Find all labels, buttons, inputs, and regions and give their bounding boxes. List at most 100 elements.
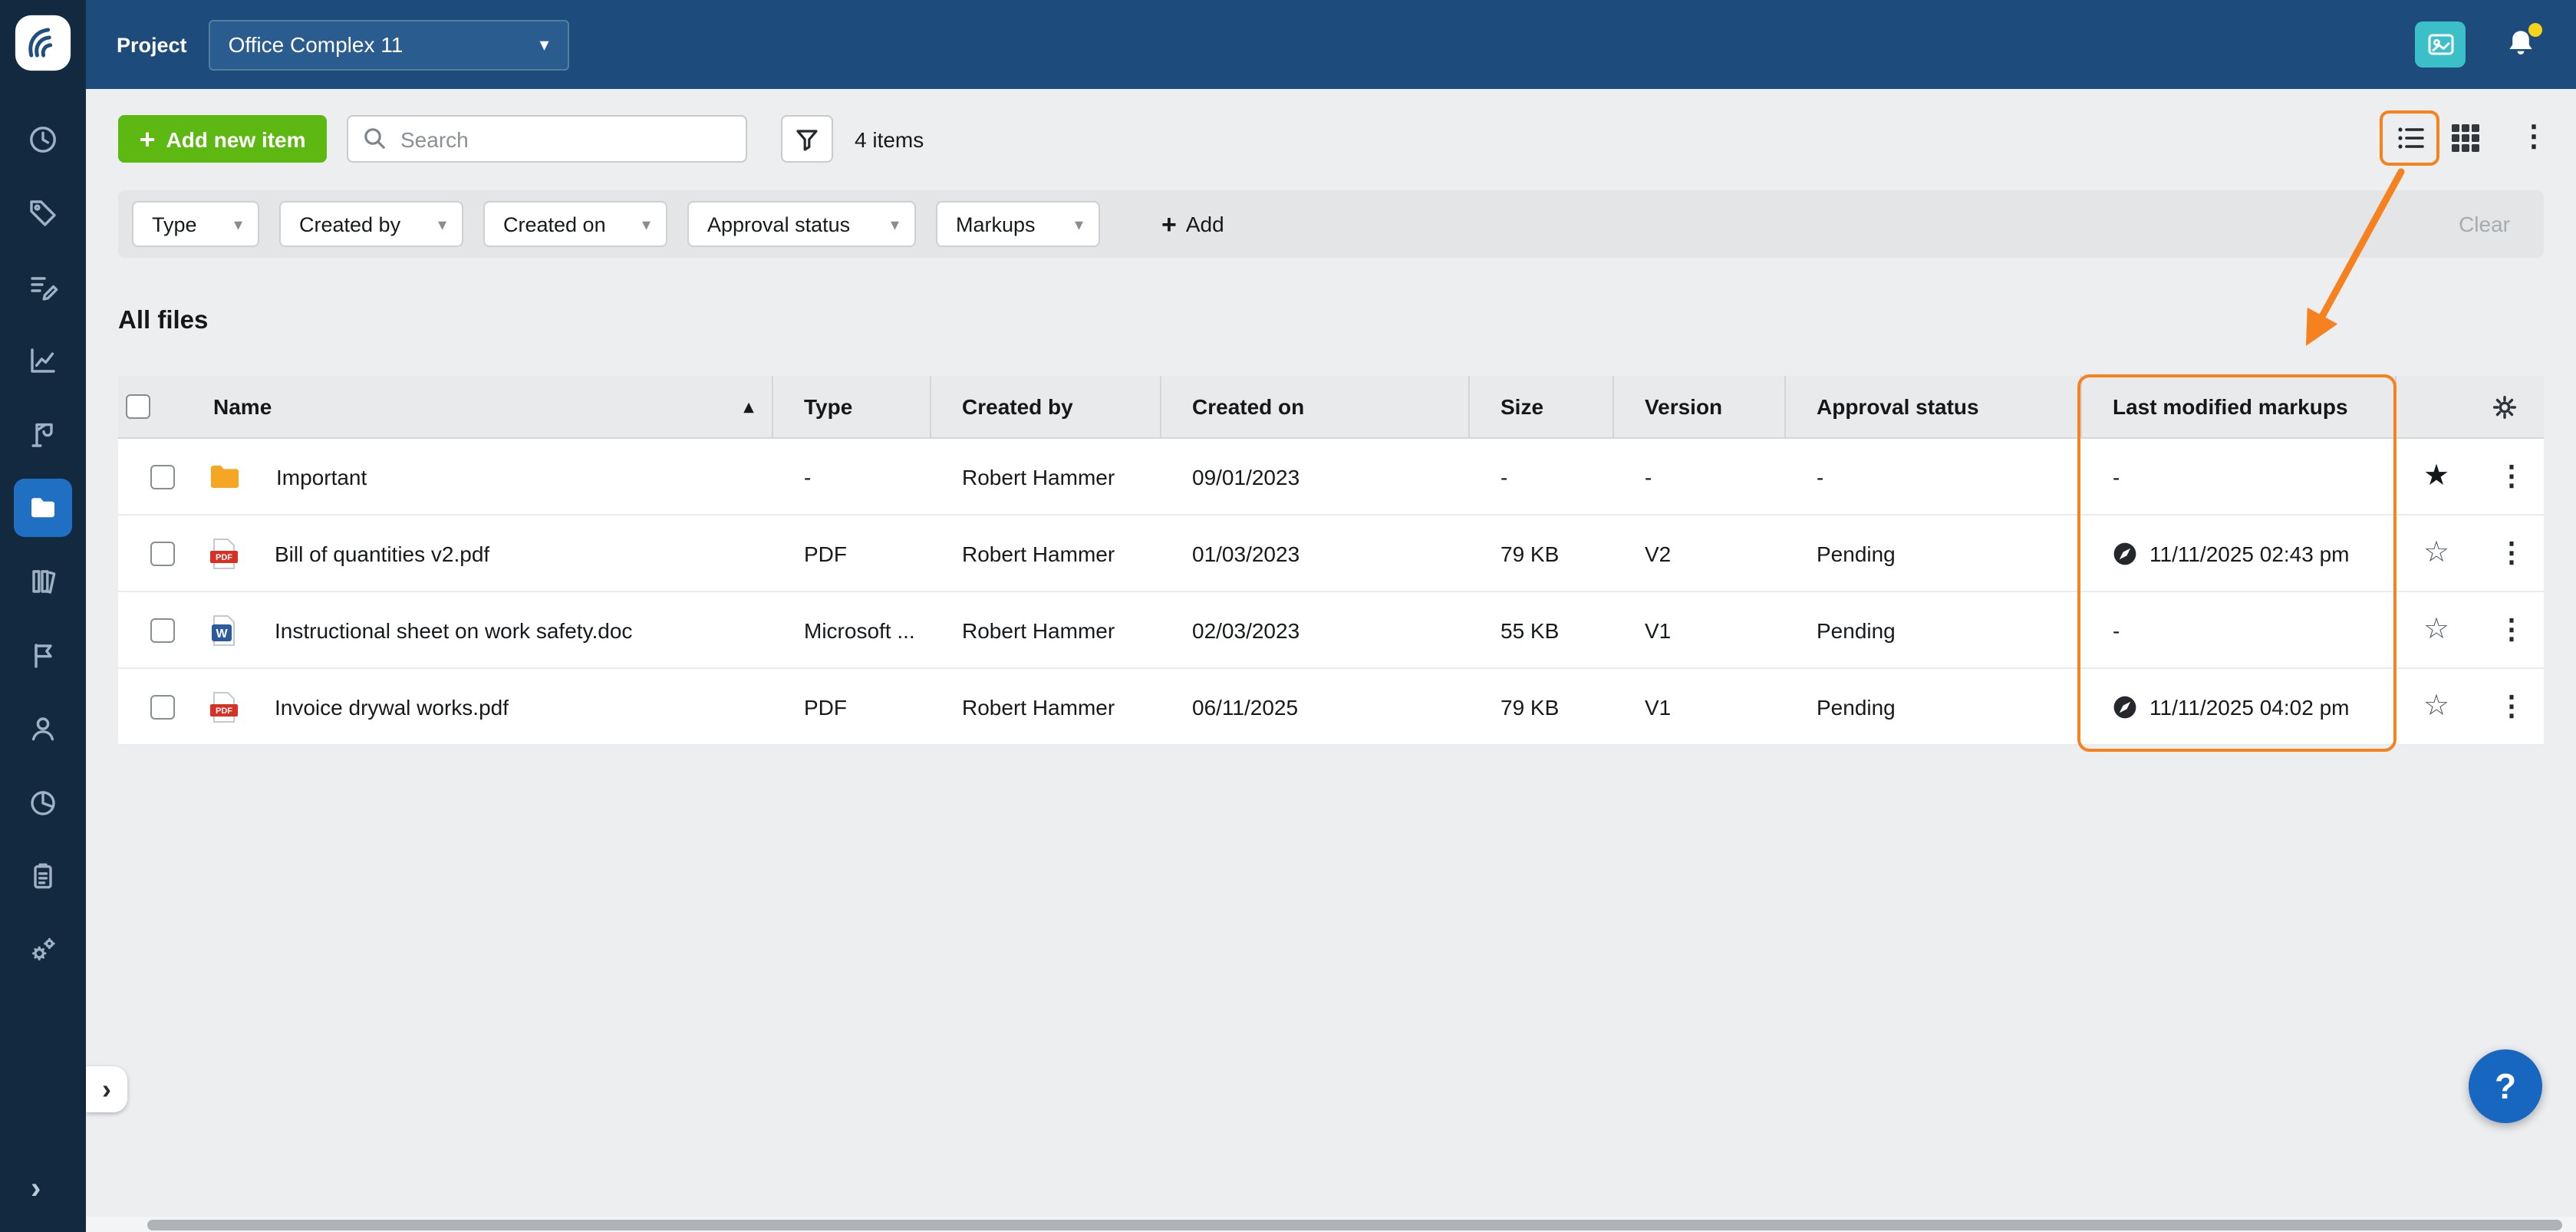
row-kebab-menu[interactable]: ⋮ bbox=[2498, 690, 2525, 723]
sidebar-item-tasks[interactable] bbox=[14, 258, 72, 316]
clipboard-icon bbox=[26, 859, 60, 893]
cell-type: PDF bbox=[772, 669, 930, 744]
column-header-size[interactable]: Size bbox=[1468, 376, 1612, 437]
cell-created-on: 09/01/2023 bbox=[1160, 439, 1468, 514]
row-kebab-menu[interactable]: ⋮ bbox=[2498, 537, 2525, 569]
cell-approval-status: Pending bbox=[1784, 592, 2080, 667]
sidebar-item-people[interactable] bbox=[14, 700, 72, 758]
filter-pill-label: Created by bbox=[299, 212, 400, 236]
cell-created-by: Robert Hammer bbox=[930, 516, 1160, 591]
filter-pill-created-by[interactable]: Created by ▾ bbox=[279, 201, 463, 247]
add-filter-button[interactable]: + Add bbox=[1161, 211, 1224, 237]
app-logo[interactable] bbox=[14, 14, 72, 72]
gear-icon[interactable] bbox=[2490, 392, 2519, 421]
cell-last-modified-markups: 11/11/2025 02:43 pm bbox=[2149, 541, 2350, 565]
star-outline-icon[interactable]: ☆ bbox=[2418, 539, 2455, 568]
column-header-created-on[interactable]: Created on bbox=[1160, 376, 1468, 437]
collapse-sidebar-chevron[interactable]: › bbox=[31, 1172, 41, 1207]
history-icon bbox=[26, 123, 60, 156]
viewer-button[interactable] bbox=[2415, 21, 2466, 68]
filter-pill-created-on[interactable]: Created on ▾ bbox=[483, 201, 667, 247]
sidebar-item-tags[interactable] bbox=[14, 184, 72, 242]
star-outline-icon[interactable]: ☆ bbox=[2418, 615, 2455, 644]
sidebar-item-flags[interactable] bbox=[14, 626, 72, 684]
row-checkbox[interactable] bbox=[150, 694, 175, 719]
row-checkbox[interactable] bbox=[150, 464, 175, 489]
sidebar-item-forms[interactable] bbox=[14, 847, 72, 905]
flag-icon bbox=[26, 638, 60, 672]
sidebar-item-equipment[interactable] bbox=[14, 405, 72, 463]
sidebar-item-history[interactable] bbox=[14, 110, 72, 169]
word-file-icon: W bbox=[210, 614, 238, 645]
books-icon bbox=[26, 565, 60, 598]
file-name[interactable]: Important bbox=[276, 464, 367, 489]
table-row[interactable]: PDF Invoice drywal works.pdf PDF Robert … bbox=[118, 669, 2544, 746]
add-new-item-button[interactable]: + Add new item bbox=[118, 115, 327, 163]
search-icon bbox=[362, 126, 388, 152]
file-name[interactable]: Bill of quantities v2.pdf bbox=[275, 541, 489, 565]
column-header-created-by[interactable]: Created by bbox=[930, 376, 1160, 437]
chevron-down-icon: ▾ bbox=[540, 34, 549, 55]
star-filled-icon[interactable]: ★ bbox=[2418, 462, 2455, 491]
cell-type: Microsoft ... bbox=[772, 592, 930, 667]
svg-text:PDF: PDF bbox=[216, 706, 232, 715]
column-header-approval-status[interactable]: Approval status bbox=[1784, 376, 2080, 437]
page-title: All files bbox=[118, 307, 208, 336]
row-checkbox[interactable] bbox=[150, 618, 175, 642]
notifications-button[interactable] bbox=[2502, 26, 2539, 63]
filter-pill-type[interactable]: Type ▾ bbox=[132, 201, 259, 247]
tag-icon bbox=[26, 196, 60, 230]
clear-filters-button[interactable]: Clear bbox=[2459, 212, 2510, 236]
plus-icon: + bbox=[1161, 211, 1177, 237]
star-outline-icon[interactable]: ☆ bbox=[2418, 692, 2455, 721]
grid-view-button[interactable] bbox=[2449, 121, 2482, 155]
row-kebab-menu[interactable]: ⋮ bbox=[2498, 460, 2525, 492]
filter-pill-label: Markups bbox=[956, 212, 1036, 236]
column-header-type[interactable]: Type bbox=[772, 376, 930, 437]
markup-compass-icon bbox=[2113, 541, 2137, 565]
cell-version: V1 bbox=[1612, 669, 1784, 744]
sidebar-item-specifications[interactable] bbox=[14, 552, 72, 611]
sidebar-item-settings[interactable] bbox=[14, 921, 72, 979]
column-label: Created by bbox=[962, 394, 1073, 419]
search-input[interactable] bbox=[347, 115, 747, 163]
column-label: Type bbox=[804, 394, 852, 419]
cell-version: - bbox=[1612, 439, 1784, 514]
cell-approval-status: - bbox=[1784, 439, 2080, 514]
expand-panel-handle[interactable]: › bbox=[86, 1066, 127, 1112]
viewer-icon bbox=[2425, 29, 2456, 60]
project-selector[interactable]: Office Complex 11 ▾ bbox=[209, 19, 569, 70]
filter-button[interactable] bbox=[781, 115, 833, 163]
table-row[interactable]: W Instructional sheet on work safety.doc… bbox=[118, 592, 2544, 669]
sort-asc-icon: ▴ bbox=[744, 396, 753, 417]
scrollbar-thumb[interactable] bbox=[147, 1219, 2562, 1230]
filter-bar: Type ▾ Created by ▾ Created on ▾ Approva… bbox=[118, 190, 2544, 258]
sidebar-item-reports[interactable] bbox=[14, 331, 72, 390]
table-row[interactable]: PDF Bill of quantities v2.pdf PDF Robert… bbox=[118, 516, 2544, 592]
toolbar-kebab-menu[interactable]: ⋮ bbox=[2519, 120, 2548, 155]
pdf-file-icon: PDF bbox=[210, 538, 238, 568]
filter-pill-markups[interactable]: Markups ▾ bbox=[936, 201, 1100, 247]
cell-created-on: 01/03/2023 bbox=[1160, 516, 1468, 591]
table-row[interactable]: Important - Robert Hammer 09/01/2023 - -… bbox=[118, 439, 2544, 516]
filter-pill-approval-status[interactable]: Approval status ▾ bbox=[687, 201, 916, 247]
column-label: Size bbox=[1500, 394, 1543, 419]
row-kebab-menu[interactable]: ⋮ bbox=[2498, 614, 2525, 646]
chevron-down-icon: ▾ bbox=[1075, 214, 1083, 234]
gears-icon bbox=[26, 933, 60, 967]
help-button[interactable]: ? bbox=[2469, 1049, 2542, 1123]
select-all-checkbox[interactable] bbox=[126, 394, 150, 419]
file-name[interactable]: Invoice drywal works.pdf bbox=[275, 694, 509, 719]
row-checkbox[interactable] bbox=[150, 541, 175, 565]
column-header-version[interactable]: Version bbox=[1612, 376, 1784, 437]
cell-version: V1 bbox=[1612, 592, 1784, 667]
column-header-name[interactable]: Name ▴ bbox=[180, 376, 772, 437]
sidebar-item-files[interactable] bbox=[14, 479, 72, 537]
pdf-file-icon: PDF bbox=[210, 691, 238, 722]
cell-size: 79 KB bbox=[1468, 669, 1612, 744]
list-view-button[interactable] bbox=[2380, 110, 2439, 166]
file-name[interactable]: Instructional sheet on work safety.doc bbox=[275, 618, 632, 642]
sidebar-item-analytics[interactable] bbox=[14, 773, 72, 832]
column-header-last-modified-markups[interactable]: Last modified markups bbox=[2080, 376, 2395, 437]
cell-last-modified-markups: 11/11/2025 04:02 pm bbox=[2149, 694, 2350, 719]
